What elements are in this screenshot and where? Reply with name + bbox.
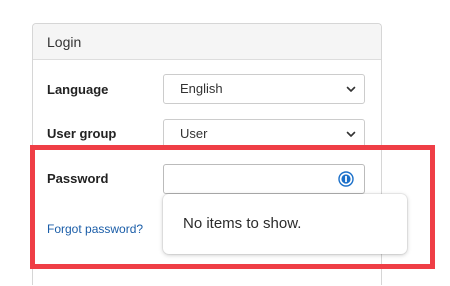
language-label: Language: [47, 82, 109, 97]
password-label: Password: [47, 171, 109, 186]
password-input[interactable]: [163, 164, 365, 194]
panel-title: Login: [33, 24, 381, 60]
password-manager-icon[interactable]: [338, 171, 354, 187]
language-selected-value: English: [180, 81, 223, 96]
chevron-down-icon: [346, 86, 356, 92]
language-select[interactable]: English: [163, 74, 365, 104]
chevron-down-icon: [346, 131, 356, 137]
user-group-selected-value: User: [180, 126, 208, 141]
user-group-select[interactable]: User: [163, 119, 365, 149]
forgot-password-link[interactable]: Forgot password?: [47, 222, 143, 236]
autofill-dropdown: No items to show.: [163, 194, 407, 254]
user-group-label: User group: [47, 126, 117, 141]
empty-message: No items to show.: [183, 215, 302, 232]
